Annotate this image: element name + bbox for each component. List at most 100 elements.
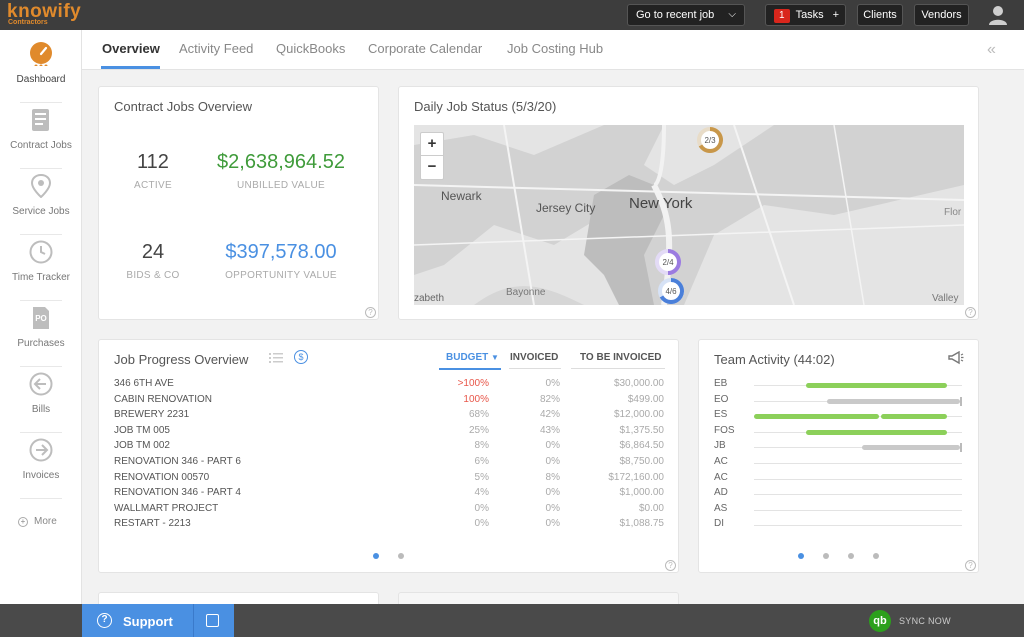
column-divider	[509, 368, 561, 369]
job-budget: 25%	[468, 424, 489, 436]
job-status-marker[interactable]: 2/4	[654, 248, 682, 276]
map-label-flor: Flor	[944, 207, 962, 218]
team-member-row[interactable]: ES	[714, 409, 964, 424]
tasks-button[interactable]: 1 Tasks +	[765, 4, 846, 26]
tab-corporate-calendar[interactable]: Corporate Calendar	[368, 41, 482, 56]
clients-button[interactable]: Clients	[857, 4, 903, 26]
pagination-dot[interactable]	[848, 553, 854, 559]
bids-count[interactable]: 24	[117, 241, 189, 264]
table-row[interactable]: CABIN RENOVATION 100% 82% $499.00	[114, 394, 664, 409]
card-title: Daily Job Status (5/3/20)	[414, 99, 557, 114]
unbilled-value[interactable]: $2,638,964.52	[197, 151, 365, 174]
zoom-in-button[interactable]: +	[421, 133, 443, 156]
activity-bar[interactable]	[862, 445, 960, 451]
pagination-dot-active[interactable]	[798, 553, 804, 559]
team-member-row[interactable]: AC	[714, 456, 964, 471]
knowify-logo[interactable]: knowify Contractors	[7, 2, 87, 28]
active-count[interactable]: 112	[117, 151, 189, 174]
table-row[interactable]: BREWERY 2231 68% 42% $12,000.00	[114, 409, 664, 424]
help-icon[interactable]: ?	[365, 307, 376, 318]
bottom-bar: ? Support qb SYNC NOW	[0, 604, 1024, 637]
tab-overview[interactable]: Overview	[102, 41, 160, 56]
vendors-button[interactable]: Vendors	[914, 4, 969, 26]
column-header-invoiced[interactable]: INVOICED	[510, 352, 558, 363]
job-name: BREWERY 2231	[114, 409, 190, 421]
team-member-row[interactable]: JB	[714, 440, 964, 455]
recent-job-dropdown[interactable]: Go to recent job ⌵	[627, 4, 745, 26]
team-member-row[interactable]: DI	[714, 518, 964, 533]
job-name: JOB TM 002	[114, 440, 170, 452]
marker-label: 4/6	[665, 287, 677, 296]
help-icon[interactable]: ?	[965, 307, 976, 318]
team-member-row[interactable]: AS	[714, 503, 964, 518]
column-header-to-be-invoiced[interactable]: TO BE INVOICED	[580, 352, 662, 363]
pagination-dot[interactable]	[823, 553, 829, 559]
table-row[interactable]: JOB TM 002 8% 0% $6,864.50	[114, 440, 664, 455]
job-to-be-invoiced: $8,750.00	[619, 456, 665, 467]
activity-bar[interactable]	[880, 414, 948, 420]
tab-job-costing-hub[interactable]: Job Costing Hub	[507, 41, 603, 56]
job-invoiced: 0%	[545, 378, 560, 389]
quickbooks-icon[interactable]: qb	[869, 610, 891, 632]
team-member-row[interactable]: AD	[714, 487, 964, 502]
activity-bar[interactable]	[806, 429, 948, 435]
help-icon[interactable]: ?	[965, 560, 976, 571]
add-task-icon[interactable]: +	[833, 5, 839, 25]
sidebar-item-invoices[interactable]: Invoices	[0, 432, 82, 498]
support-button[interactable]: ? Support	[82, 604, 234, 637]
card-title: Job Progress Overview	[114, 352, 249, 367]
collapse-double-chevron-icon[interactable]: «	[987, 41, 996, 59]
pagination-dot[interactable]	[873, 553, 879, 559]
activity-bar[interactable]	[754, 414, 879, 420]
megaphone-icon[interactable]	[948, 351, 964, 365]
dashboard-gauge-icon	[30, 42, 52, 66]
activity-bar[interactable]	[806, 383, 948, 388]
sidebar-item-label: Dashboard	[16, 74, 66, 85]
help-icon[interactable]: ?	[665, 560, 676, 571]
job-map[interactable]: + − Newark Jersey City New York Bayonne …	[414, 125, 964, 305]
tab-quickbooks[interactable]: QuickBooks	[276, 41, 345, 56]
sidebar-item-time-tracker[interactable]: Time Tracker	[0, 234, 82, 300]
team-member-row[interactable]: FOS	[714, 425, 964, 440]
table-row[interactable]: JOB TM 005 25% 43% $1,375.50	[114, 425, 664, 440]
sidebar-item-contract-jobs[interactable]: Contract Jobs	[0, 102, 82, 168]
team-member-row[interactable]: EO	[714, 394, 964, 409]
bids-label: BIDS & CO	[126, 270, 180, 281]
dollar-view-icon[interactable]: $	[294, 350, 308, 364]
activity-bar[interactable]	[826, 398, 960, 404]
sidebar-item-bills[interactable]: Bills	[0, 366, 82, 432]
expand-window-icon[interactable]	[206, 614, 219, 627]
table-row[interactable]: RESTART - 2213 0% 0% $1,088.75	[114, 518, 664, 533]
job-to-be-invoiced: $1,375.50	[619, 424, 665, 436]
tab-activity-feed[interactable]: Activity Feed	[179, 41, 253, 56]
sidebar-item-purchases[interactable]: PO Purchases	[0, 300, 82, 366]
team-member-row[interactable]: EB	[714, 378, 964, 393]
svg-text:PO: PO	[35, 314, 47, 323]
list-view-icon[interactable]	[269, 352, 283, 364]
user-avatar-icon[interactable]	[989, 5, 1007, 25]
sidebar-more[interactable]: + More	[18, 516, 57, 527]
job-status-marker[interactable]: 4/6	[657, 277, 685, 305]
job-name: CABIN RENOVATION	[114, 393, 212, 405]
job-budget: 0%	[474, 502, 489, 514]
zoom-out-button[interactable]: −	[421, 156, 443, 179]
sidebar-item-service-jobs[interactable]: Service Jobs	[0, 168, 82, 234]
table-row[interactable]: WALLMART PROJECT 0% 0% $0.00	[114, 503, 664, 518]
team-member-row[interactable]: AC	[714, 472, 964, 487]
pagination-dot[interactable]	[398, 553, 404, 559]
sidebar-item-dashboard[interactable]: Dashboard	[0, 36, 82, 102]
job-status-marker[interactable]: 2/3	[696, 126, 724, 154]
job-to-be-invoiced: $1,088.75	[619, 518, 665, 530]
table-row[interactable]: RENOVATION 00570 5% 8% $172,160.00	[114, 472, 664, 487]
pagination-dot-active[interactable]	[373, 553, 379, 559]
table-row[interactable]: RENOVATION 346 - PART 4 4% 0% $1,000.00	[114, 487, 664, 502]
sidebar-item-label: Purchases	[17, 338, 65, 349]
sync-now-button[interactable]: SYNC NOW	[899, 616, 951, 626]
column-header-budget[interactable]: BUDGET ▼	[446, 352, 499, 363]
po-document-icon: PO	[33, 307, 49, 329]
table-row[interactable]: RENOVATION 346 - PART 6 6% 0% $8,750.00	[114, 456, 664, 471]
job-invoiced: 0%	[545, 518, 560, 530]
table-row[interactable]: 346 6TH AVE >100% 0% $30,000.00	[114, 378, 664, 393]
map-zoom-control: + −	[420, 132, 444, 180]
opportunity-value[interactable]: $397,578.00	[197, 241, 365, 264]
